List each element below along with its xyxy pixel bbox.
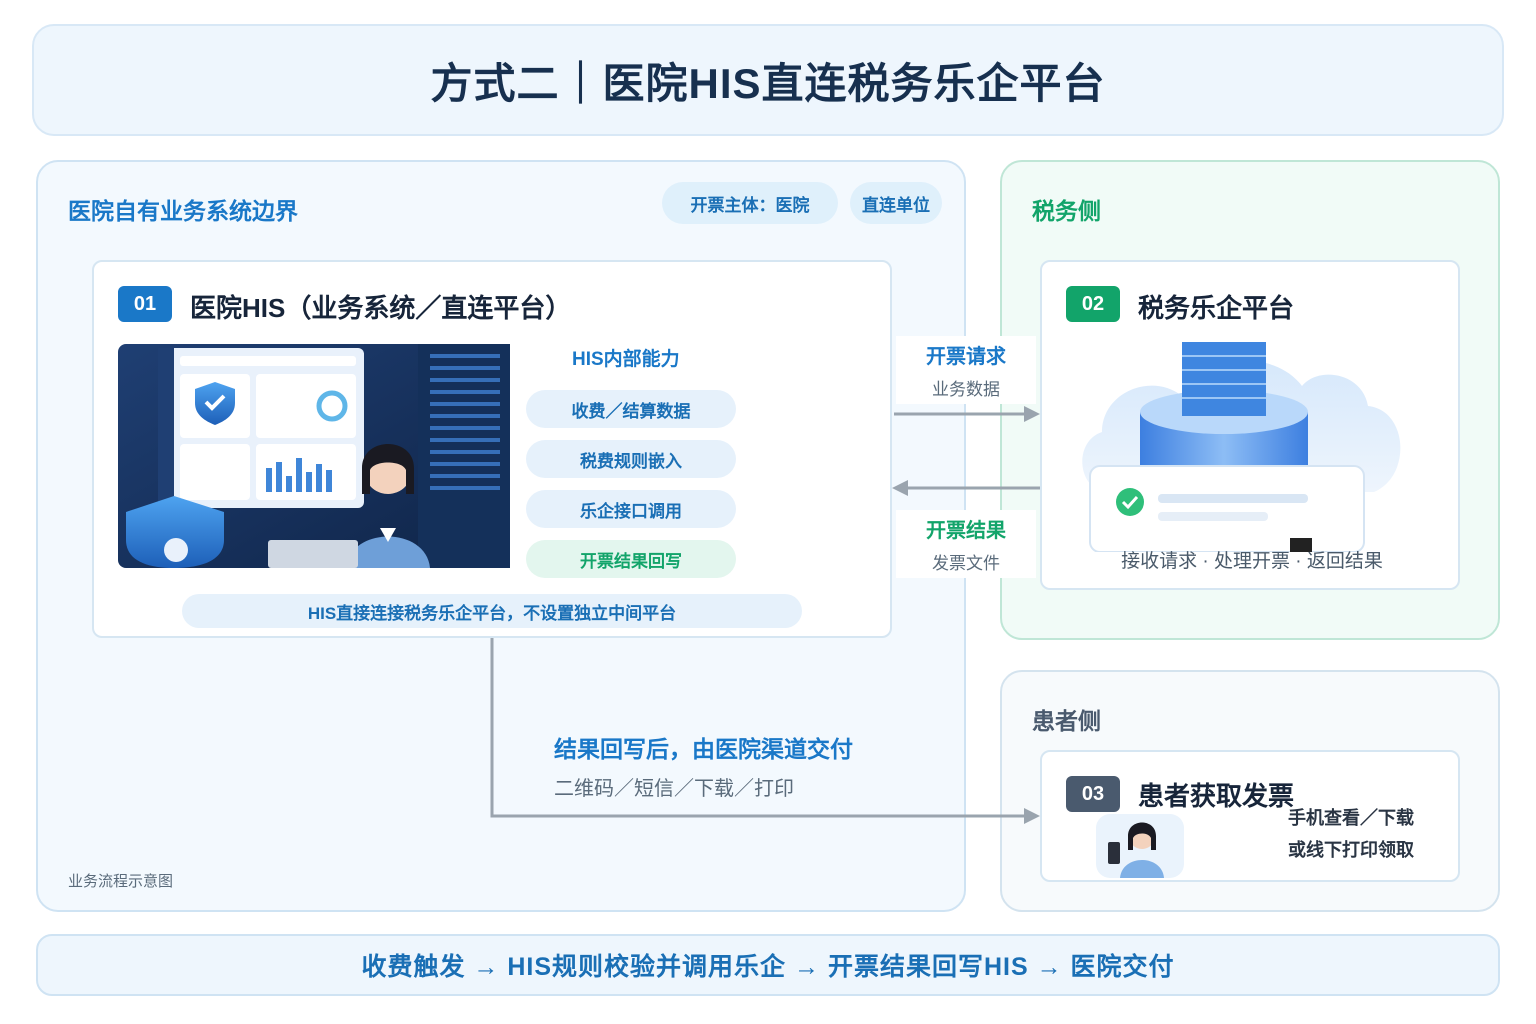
delivery-flow-title: 结果回写后，由医院渠道交付 <box>554 736 853 762</box>
summary-bar: 收费触发 → HIS规则校验并调用乐企 → 开票结果回写HIS → 医院交付 <box>36 934 1500 996</box>
flow-arrows <box>490 406 1040 824</box>
request-arrowhead <box>1024 406 1040 422</box>
request-flow-title: 开票请求 <box>926 346 1006 368</box>
result-flow-label: 开票结果 发票文件 <box>896 510 1036 578</box>
result-flow-title: 开票结果 <box>926 520 1006 542</box>
result-flow-sub: 发票文件 <box>932 554 1000 573</box>
result-arrowhead <box>892 480 908 496</box>
request-flow-label: 开票请求 业务数据 <box>896 336 1036 404</box>
request-flow-sub: 业务数据 <box>932 380 1000 399</box>
delivery-arrowhead <box>1024 808 1040 824</box>
delivery-flow-sub: 二维码／短信／下载／打印 <box>554 778 794 800</box>
summary-text: 收费触发 → HIS规则校验并调用乐企 → 开票结果回写HIS → 医院交付 <box>361 953 1175 981</box>
delivery-flow-label: 结果回写后，由医院渠道交付 二维码／短信／下载／打印 <box>554 730 853 801</box>
